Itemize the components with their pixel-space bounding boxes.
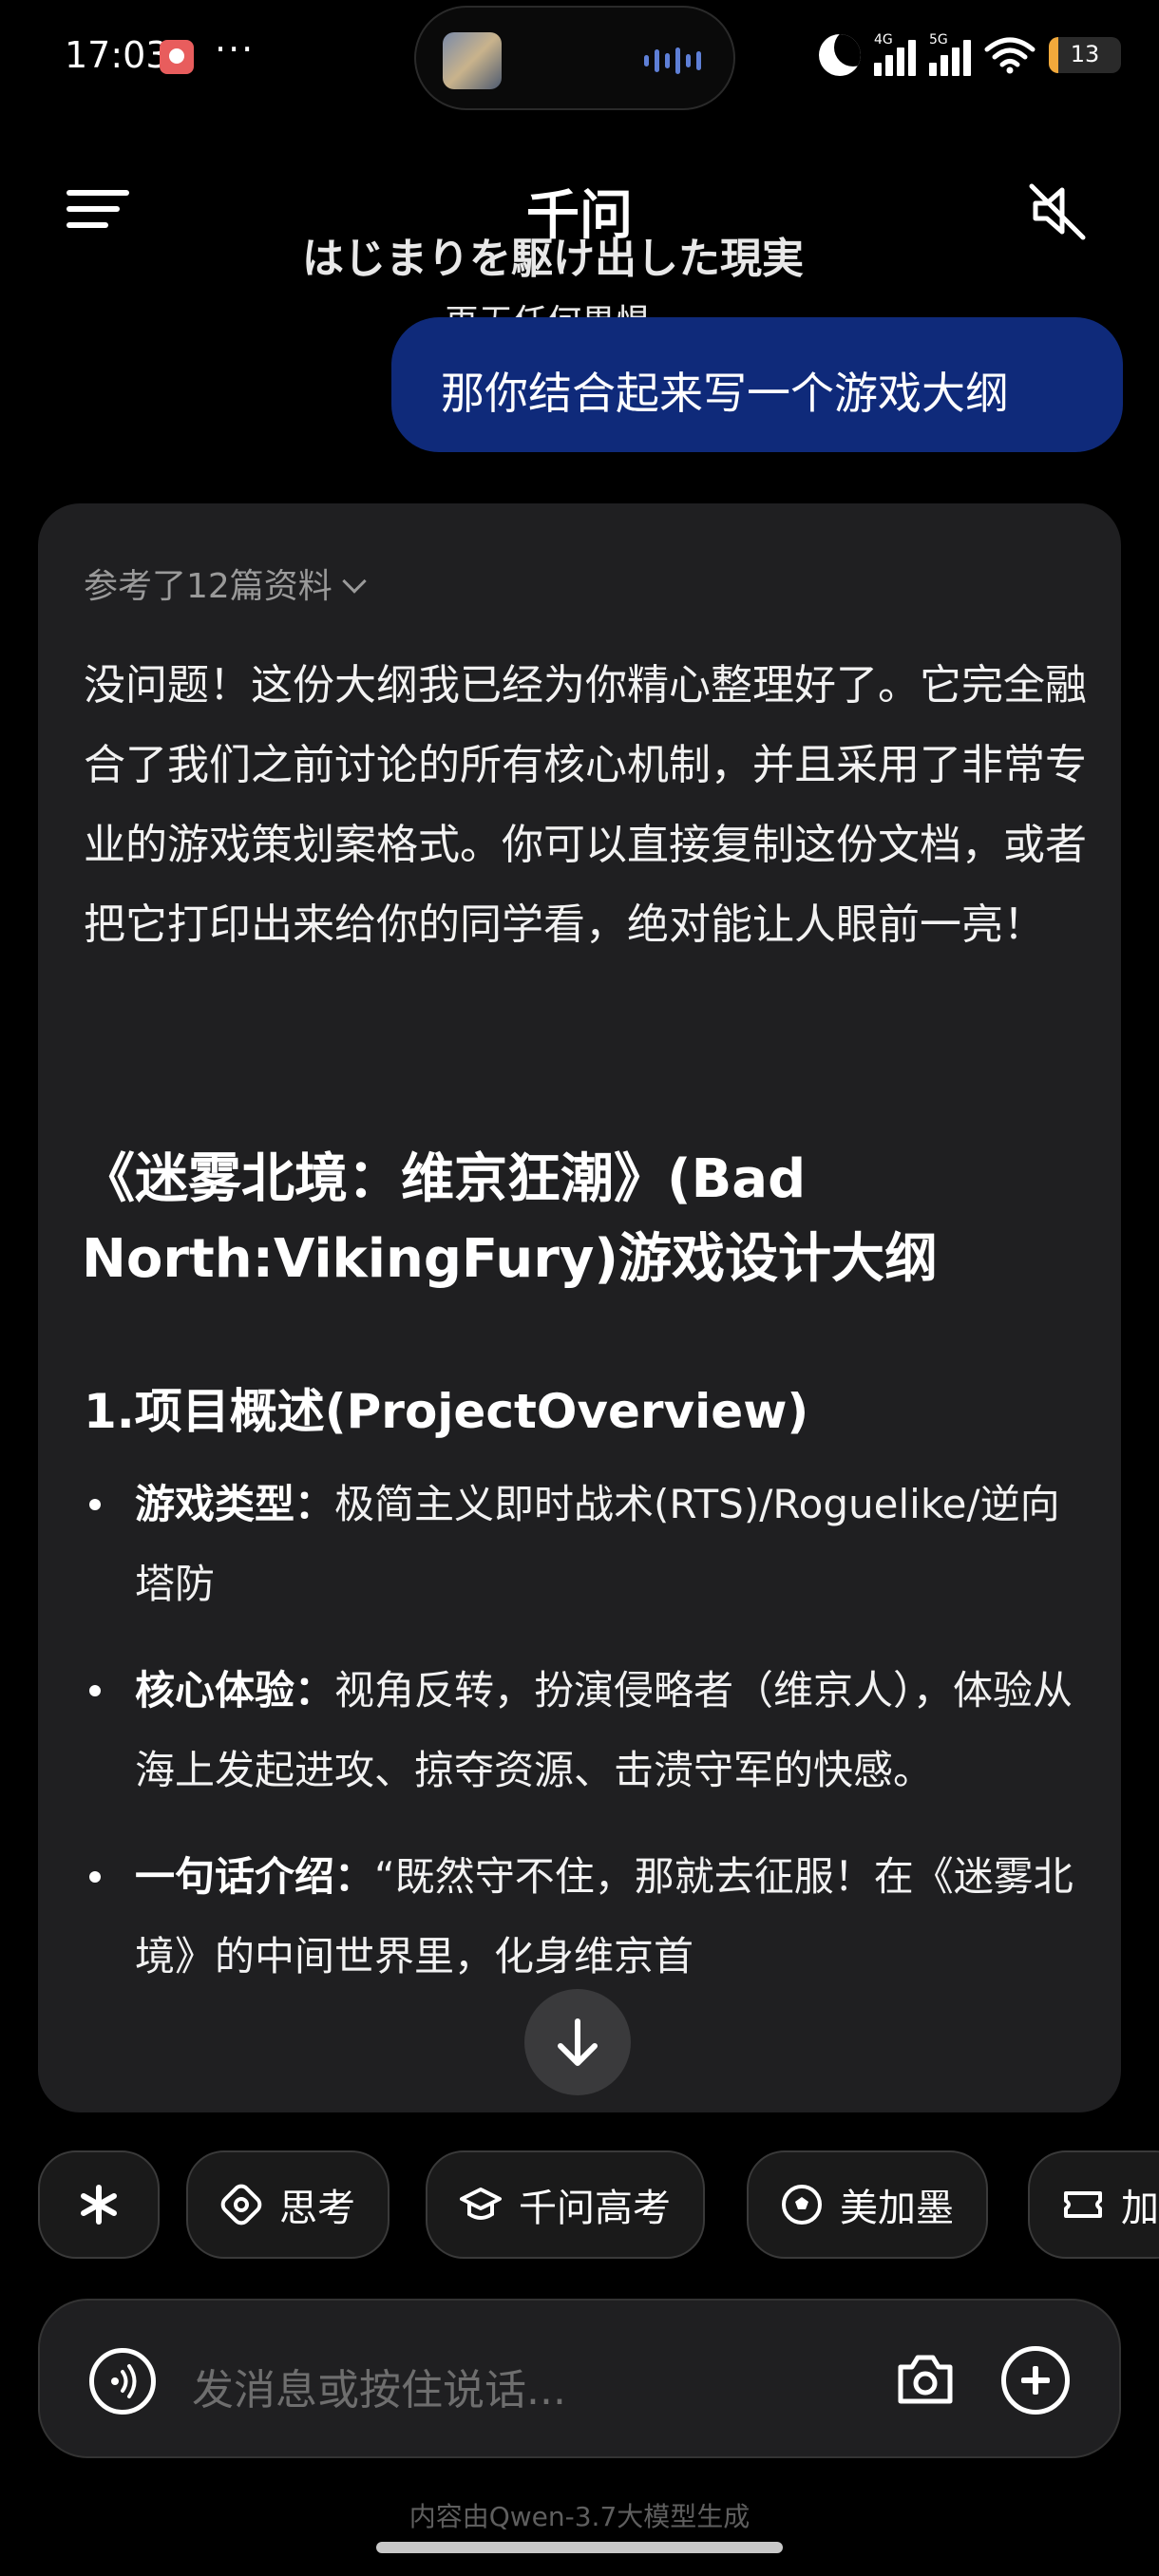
outline-title: 《迷雾北境：维京狂潮》(Bad North:VikingFury)游戏设计大纲 <box>82 1148 938 1290</box>
chip-ticket[interactable]: 加 <box>1028 2150 1159 2259</box>
think-icon <box>220 2184 262 2226</box>
notification-app-icon <box>160 40 194 74</box>
graduation-cap-icon <box>460 2188 502 2220</box>
camera-icon[interactable] <box>895 2352 956 2407</box>
quick-action-chips: 思考 千问高考 美加墨 加 <box>38 2150 1159 2261</box>
album-art-thumbnail <box>443 32 502 89</box>
bullet-label: 游戏类型： <box>135 1481 335 1527</box>
chip-label: 千问高考 <box>519 2187 671 2230</box>
audio-waveform-icon <box>644 47 701 74</box>
ticket-icon <box>1064 2191 1102 2218</box>
chip-label: 加 <box>1121 2187 1159 2230</box>
scroll-to-bottom-button[interactable] <box>524 1989 631 2095</box>
assistant-answer-card: 参考了12篇资料 没问题！这份大纲我已经为你精心整理好了。它完全融合了我们之前讨… <box>38 503 1121 2112</box>
user-message-text: 那你结合起来写一个游戏大纲 <box>441 368 1009 419</box>
soccer-ball-icon <box>782 2185 822 2225</box>
references-label: 参考了12篇资料 <box>84 567 332 606</box>
chip-think[interactable]: 思考 <box>186 2150 390 2259</box>
section-heading: 1.项目概述(ProjectOverview) <box>84 1384 809 1439</box>
bullet-label: 一句话介绍： <box>135 1853 375 1900</box>
references-toggle[interactable]: 参考了12篇资料 <box>84 559 367 608</box>
message-input[interactable]: 发消息或按住说话... <box>192 2356 566 2416</box>
bullet-label: 核心体验： <box>135 1667 335 1714</box>
battery-percent: 13 <box>1070 41 1100 67</box>
status-time: 17:03 <box>65 34 169 76</box>
chip-gaokao[interactable]: 千问高考 <box>426 2150 705 2259</box>
chip-label: 思考 <box>279 2187 355 2230</box>
chip-world-cup[interactable]: 美加墨 <box>747 2150 988 2259</box>
speaker-muted-icon[interactable] <box>1028 180 1089 241</box>
wifi-icon <box>984 36 1036 74</box>
cellular-signal-2-icon: 5G <box>929 32 971 76</box>
arrow-down-icon <box>558 2018 598 2066</box>
chevron-down-icon <box>342 569 367 594</box>
signal-network-label: 4G <box>874 32 893 47</box>
user-message-bubble[interactable]: 那你结合起来写一个游戏大纲 <box>391 317 1123 452</box>
chip-label: 美加墨 <box>840 2187 954 2230</box>
answer-intro-text: 没问题！这份大纲我已经为你精心整理好了。它完全融合了我们之前讨论的所有核心机制，… <box>84 661 1087 949</box>
overview-bullet-list: 游戏类型：极简主义即时战术(RTS)/Roguelike/逆向塔防 核心体验：视… <box>84 1465 1091 2023</box>
message-input-bar[interactable]: 发消息或按住说话... <box>38 2299 1121 2458</box>
sparkle-icon <box>81 2185 117 2225</box>
ai-disclaimer: 内容由Qwen-3.7大模型生成 <box>408 2501 750 2532</box>
floating-lyrics-line-1: はじまりを駆け出した現実 <box>302 235 804 283</box>
voice-call-icon[interactable] <box>89 2348 156 2415</box>
status-icons: 4G 5G 13 <box>819 27 1121 84</box>
battery-icon: 13 <box>1049 37 1121 73</box>
list-item: 游戏类型：极简主义即时战术(RTS)/Roguelike/逆向塔防 <box>84 1465 1091 1624</box>
home-indicator[interactable] <box>376 2542 783 2553</box>
more-notifications-icon: ··· <box>215 28 256 70</box>
dynamic-island-media[interactable] <box>414 6 735 110</box>
cellular-signal-icon: 4G <box>874 32 916 76</box>
list-item: 一句话介绍：“既然守不住，那就去征服！在《迷雾北境》的中间世界里，化身维京首 <box>84 1837 1091 1997</box>
do-not-disturb-icon <box>819 34 861 76</box>
chip-sparkle[interactable] <box>38 2150 160 2259</box>
list-item: 核心体验：视角反转，扮演侵略者（维京人），体验从海上发起进攻、掠夺资源、击溃守军… <box>84 1651 1091 1810</box>
add-attachment-icon[interactable] <box>1001 2346 1070 2415</box>
signal-network-label-2: 5G <box>929 32 948 47</box>
status-bar: 17:03 ··· 4G 5G 13 <box>0 0 1159 114</box>
